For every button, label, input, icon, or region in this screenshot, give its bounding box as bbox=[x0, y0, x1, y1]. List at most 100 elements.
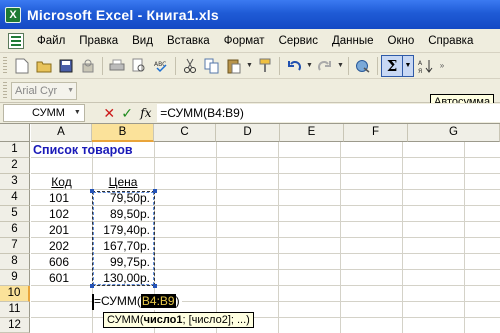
column-header-g[interactable]: G bbox=[408, 124, 500, 142]
selection-handle[interactable] bbox=[153, 189, 157, 193]
menu-data[interactable]: Данные bbox=[325, 31, 381, 51]
column-header-a[interactable]: A bbox=[31, 124, 92, 142]
row-header-12[interactable]: 12 bbox=[0, 318, 30, 333]
spelling-icon[interactable]: ABC bbox=[150, 55, 172, 77]
menu-format[interactable]: Формат bbox=[217, 31, 272, 51]
print-preview-icon[interactable] bbox=[128, 55, 150, 77]
cell-a4[interactable]: 101 bbox=[49, 190, 69, 206]
menu-edit[interactable]: Правка bbox=[72, 31, 125, 51]
sigma-icon: Σ bbox=[386, 56, 398, 75]
row-header-9[interactable]: 9 bbox=[0, 270, 30, 286]
menu-insert[interactable]: Вставка bbox=[160, 31, 217, 51]
selection-handle[interactable] bbox=[90, 284, 94, 288]
edit-range-reference: B4:B9 bbox=[140, 294, 176, 308]
workbook-icon[interactable] bbox=[8, 32, 24, 49]
row-header-10[interactable]: 10 bbox=[0, 286, 30, 302]
function-argument-tooltip[interactable]: СУММ(число1; [число2]; ...) bbox=[103, 312, 254, 328]
cell-a6[interactable]: 201 bbox=[49, 222, 69, 238]
column-header-d[interactable]: D bbox=[216, 124, 280, 142]
column-header-e[interactable]: E bbox=[280, 124, 344, 142]
format-painter-icon[interactable] bbox=[254, 55, 276, 77]
cell-b10-edit-text[interactable]: =СУММ(B4:B9) bbox=[94, 294, 182, 310]
svg-text:А: А bbox=[418, 60, 423, 67]
row-header-6[interactable]: 6 bbox=[0, 222, 30, 238]
hyperlink-icon[interactable] bbox=[352, 55, 374, 77]
excel-app-icon: X bbox=[5, 6, 21, 23]
font-name-value: Arial Cyr bbox=[15, 84, 58, 97]
autosum-dropdown-icon[interactable]: ▼ bbox=[403, 54, 414, 77]
formula-bar: СУММ ▼ ✕ ✓ fx =СУММ(B4:B9) bbox=[0, 103, 500, 124]
cut-icon[interactable] bbox=[179, 55, 201, 77]
undo-dropdown-icon[interactable]: ▼ bbox=[305, 55, 314, 77]
redo-icon[interactable] bbox=[314, 55, 336, 77]
column-header-f[interactable]: F bbox=[344, 124, 408, 142]
row-header-7[interactable]: 7 bbox=[0, 238, 30, 254]
arg-tip-current-arg: число1 bbox=[143, 314, 183, 326]
column-header-c[interactable]: C bbox=[154, 124, 216, 142]
row-header-3[interactable]: 3 bbox=[0, 174, 30, 190]
formatting-toolbar: Arial Cyr ▼ bbox=[0, 79, 500, 103]
name-box-value: СУММ bbox=[32, 107, 65, 119]
cell-b3-header-price[interactable]: Цена bbox=[92, 174, 154, 190]
paste-icon[interactable] bbox=[223, 55, 245, 77]
row-header-4[interactable]: 4 bbox=[0, 190, 30, 206]
open-icon[interactable] bbox=[33, 55, 55, 77]
menu-tools[interactable]: Сервис bbox=[272, 31, 325, 51]
window-title: Microsoft Excel - Книга1.xls bbox=[27, 6, 219, 23]
selection-handle[interactable] bbox=[153, 284, 157, 288]
formula-input[interactable]: =СУММ(B4:B9) bbox=[157, 104, 500, 122]
toolbar-grip[interactable] bbox=[3, 56, 7, 75]
cell-a8[interactable]: 606 bbox=[49, 254, 69, 270]
chevron-down-icon: ▼ bbox=[67, 86, 74, 94]
row-header-2[interactable]: 2 bbox=[0, 158, 30, 174]
font-name-select[interactable]: Arial Cyr ▼ bbox=[11, 81, 77, 100]
cell-a7[interactable]: 202 bbox=[49, 238, 69, 254]
worksheet-grid: A B C D E F G 1 2 3 4 5 6 7 8 9 10 11 12… bbox=[0, 124, 500, 333]
cell-a5[interactable]: 102 bbox=[49, 206, 69, 222]
edit-formula-suffix: ) bbox=[175, 294, 180, 308]
redo-dropdown-icon[interactable]: ▼ bbox=[336, 55, 345, 77]
sort-ascending-icon[interactable]: АЯ bbox=[414, 55, 436, 77]
standard-toolbar: ABC ▼ ▼ ▼ Σ ▼ АЯ » bbox=[0, 53, 500, 79]
save-icon[interactable] bbox=[55, 55, 77, 77]
cell-a1-title[interactable]: Список товаров bbox=[33, 142, 133, 158]
menu-window[interactable]: Окно bbox=[381, 31, 422, 51]
row-header-8[interactable]: 8 bbox=[0, 254, 30, 270]
edit-formula-prefix: =СУММ( bbox=[94, 294, 141, 308]
range-selection-marquee bbox=[90, 189, 157, 288]
insert-function-icon[interactable]: fx bbox=[138, 106, 153, 120]
paste-dropdown-icon[interactable]: ▼ bbox=[245, 55, 254, 77]
menu-view[interactable]: Вид bbox=[125, 31, 160, 51]
cell-a9[interactable]: 601 bbox=[49, 270, 69, 286]
new-icon[interactable] bbox=[11, 55, 33, 77]
menu-help[interactable]: Справка bbox=[421, 31, 480, 51]
autosum-button[interactable]: Σ bbox=[381, 54, 403, 77]
row-header-5[interactable]: 5 bbox=[0, 206, 30, 222]
toolbar-separator bbox=[377, 56, 378, 75]
cell-a3-header-code[interactable]: Код bbox=[31, 174, 92, 190]
selection-handle[interactable] bbox=[90, 189, 94, 193]
menu-file[interactable]: Файл bbox=[30, 31, 72, 51]
svg-text:Я: Я bbox=[418, 68, 422, 74]
name-box[interactable]: СУММ ▼ bbox=[3, 104, 85, 122]
toolbar-separator bbox=[279, 56, 280, 75]
print-icon[interactable] bbox=[106, 55, 128, 77]
toolbar-separator bbox=[102, 56, 103, 75]
toolbar-separator bbox=[348, 56, 349, 75]
toolbar-options-icon[interactable]: » bbox=[436, 55, 448, 77]
column-header-b[interactable]: B bbox=[92, 124, 154, 142]
copy-icon[interactable] bbox=[201, 55, 223, 77]
chevron-down-icon: ▼ bbox=[73, 109, 81, 116]
undo-icon[interactable] bbox=[283, 55, 305, 77]
menu-bar: Файл Правка Вид Вставка Формат Сервис Да… bbox=[0, 29, 500, 53]
row-header-1[interactable]: 1 bbox=[0, 142, 30, 158]
arg-tip-function: СУММ( bbox=[107, 314, 144, 326]
cancel-icon[interactable]: ✕ bbox=[102, 105, 117, 122]
permission-icon[interactable] bbox=[77, 55, 99, 77]
arg-tip-rest: ; [число2]; ...) bbox=[182, 314, 250, 326]
toolbar-separator bbox=[175, 56, 176, 75]
row-header-11[interactable]: 11 bbox=[0, 302, 30, 318]
enter-icon[interactable]: ✓ bbox=[120, 105, 135, 122]
toolbar-grip[interactable] bbox=[3, 81, 7, 100]
select-all-corner[interactable] bbox=[0, 124, 30, 142]
